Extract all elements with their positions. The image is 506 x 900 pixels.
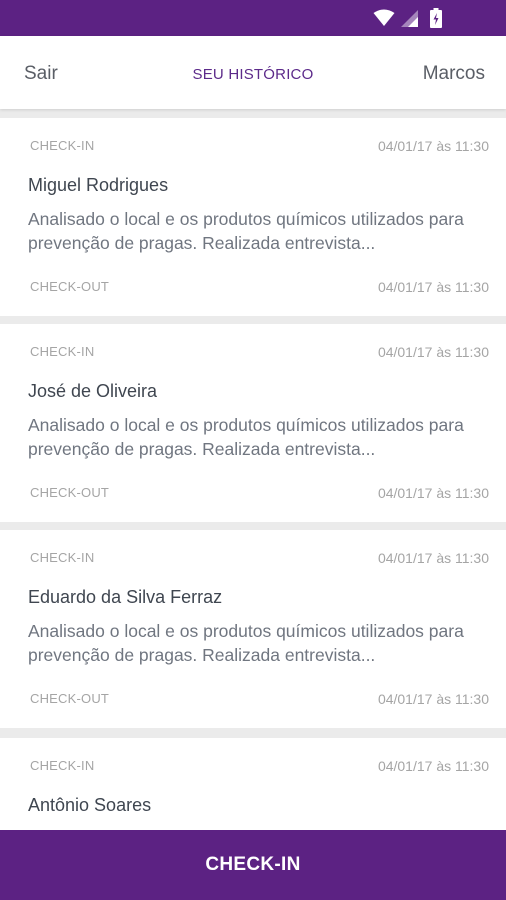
status-bar [0, 0, 506, 36]
checkin-time: 04/01/17 às 11:30 [377, 344, 489, 360]
checkin-label: CHECK-IN [30, 550, 95, 565]
visit-description: Analisado o local e os produtos químicos… [28, 209, 464, 253]
visit-description: Analisado o local e os produtos químicos… [28, 415, 464, 459]
client-name: Antônio Soares [28, 795, 152, 815]
checkin-time: 04/01/17 às 11:30 [377, 758, 489, 774]
history-list[interactable]: CHECK-IN 04/01/17 às 11:30 Miguel Rodrig… [0, 109, 506, 830]
checkout-label: CHECK-OUT [30, 485, 110, 500]
client-name: Miguel Rodrigues [28, 175, 169, 195]
checkout-label: CHECK-OUT [30, 279, 110, 294]
history-card[interactable]: CHECK-IN 04/01/17 às 11:30 Miguel Rodrig… [0, 118, 506, 316]
history-card[interactable]: CHECK-IN 04/01/17 às 11:30 José de Olive… [0, 324, 506, 522]
cellular-signal-icon [401, 9, 418, 27]
visit-description: Analisado o local e os produtos químicos… [28, 621, 464, 665]
checkin-label: CHECK-IN [30, 758, 95, 773]
checkout-time: 04/01/17 às 11:30 [377, 485, 489, 501]
client-name: José de Oliveira [28, 381, 158, 401]
history-card[interactable]: CHECK-IN 04/01/17 às 11:30 Antônio Soare… [0, 738, 506, 830]
client-name: Eduardo da Silva Ferraz [28, 587, 223, 607]
checkin-label: CHECK-IN [30, 344, 95, 359]
wifi-icon [373, 9, 395, 27]
checkout-time: 04/01/17 às 11:30 [377, 279, 489, 295]
checkout-label: CHECK-OUT [30, 691, 110, 706]
checkin-label: CHECK-IN [30, 138, 95, 153]
checkin-button[interactable]: CHECK-IN [0, 830, 506, 900]
status-icons [373, 7, 442, 29]
battery-charging-icon [430, 8, 442, 28]
user-name-button[interactable]: Marcos [423, 63, 485, 85]
checkout-time: 04/01/17 às 11:30 [377, 691, 489, 707]
app-header: Sair SEU HISTÓRICO Marcos [0, 36, 506, 109]
checkin-button-label: CHECK-IN [205, 854, 301, 875]
checkin-time: 04/01/17 às 11:30 [377, 138, 489, 154]
history-card[interactable]: CHECK-IN 04/01/17 às 11:30 Eduardo da Si… [0, 530, 506, 728]
checkin-time: 04/01/17 às 11:30 [377, 550, 489, 566]
